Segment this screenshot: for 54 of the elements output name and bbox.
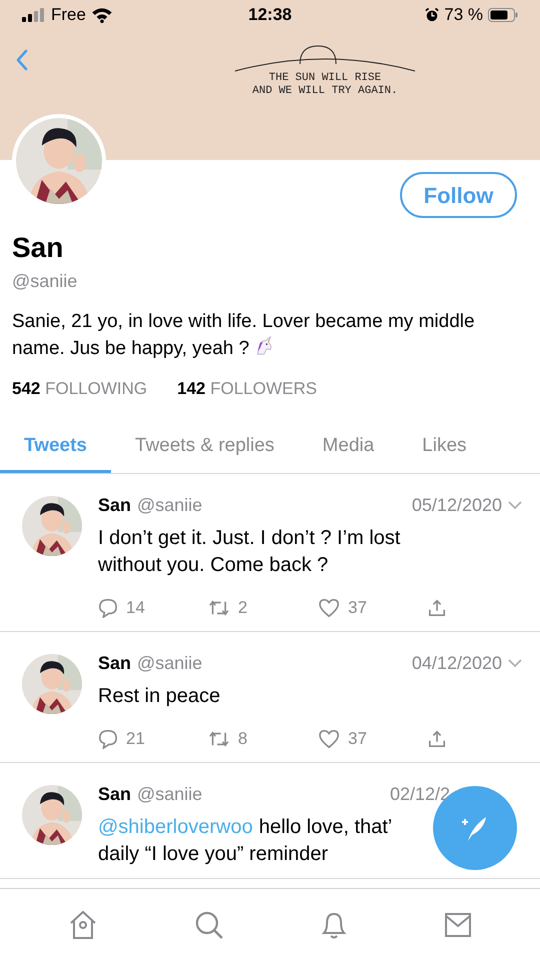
tweet-author: San: [98, 782, 132, 806]
tweet-handle: @saniie: [137, 494, 202, 516]
reply-icon[interactable]: [98, 598, 118, 618]
tweet-text: daily “I love you” reminder: [98, 842, 328, 866]
wifi-icon: [90, 7, 113, 23]
carrier-text: Free: [51, 4, 86, 26]
following-link[interactable]: 542 FOLLOWING: [12, 376, 148, 402]
battery-percent: 73 %: [444, 4, 483, 26]
profile-bio: Sanie, 21 yo, in love with life. Lover became my middle name. Jus be happy, yeah ?: [12, 310, 476, 361]
signal-icon: [22, 8, 46, 22]
follow-button[interactable]: Follow: [400, 172, 517, 218]
like-count: 37: [348, 728, 367, 750]
share-icon[interactable]: [428, 730, 446, 748]
tweet-date: 04/12/2020: [412, 652, 502, 674]
tweet-text: Rest in peace: [98, 684, 220, 708]
retweet-icon[interactable]: [208, 730, 230, 748]
chevron-icon[interactable]: [508, 500, 522, 510]
search-icon[interactable]: [194, 910, 224, 940]
clock-time: 12:38: [248, 4, 292, 26]
alarm-icon: [425, 8, 440, 22]
back-icon: [16, 49, 28, 71]
heart-icon[interactable]: [318, 598, 340, 618]
retweet-icon[interactable]: [208, 598, 230, 616]
mention-link[interactable]: @shiberloverwoo: [98, 814, 253, 840]
tweet-text: without you. Come back ?: [98, 552, 328, 578]
tweet-handle: @saniie: [137, 782, 202, 806]
chevron-icon[interactable]: [508, 658, 522, 668]
tweet-date: 02/12/2: [390, 782, 450, 806]
mail-icon[interactable]: [444, 912, 472, 938]
profile-tab[interactable]: Tweets: [0, 424, 112, 472]
profile-tab[interactable]: Media: [298, 424, 398, 472]
like-count: 37: [348, 596, 367, 619]
retweet-count: 2: [238, 596, 248, 619]
tweet-text: I don’t get it. Just. I don’t ? I’m lost: [98, 526, 400, 550]
reply-icon[interactable]: [98, 728, 118, 748]
profile-tab[interactable]: Tweets & replies: [111, 424, 298, 472]
banner-quote: AND WE WILL TRY AGAIN.: [252, 85, 398, 98]
followers-link[interactable]: 142 FOLLOWERS: [177, 376, 317, 402]
tweet-author: San: [98, 652, 132, 674]
battery-icon: [488, 8, 518, 22]
tweet-date: 05/12/2020: [412, 494, 502, 516]
reply-count: 21: [126, 728, 145, 750]
retweet-count: 8: [238, 728, 248, 750]
tweet-author: San: [98, 494, 132, 516]
share-icon[interactable]: [428, 598, 446, 616]
home-icon[interactable]: [68, 908, 98, 940]
reply-count: 14: [126, 596, 145, 619]
heart-icon[interactable]: [318, 728, 340, 748]
profile-name: San: [12, 231, 64, 265]
profile-handle: @saniie: [12, 270, 78, 293]
tweet-text: hello love, that’: [258, 814, 392, 840]
tweet-handle: @saniie: [137, 652, 202, 674]
banner-quote: THE SUN WILL RISE: [268, 72, 382, 85]
profile-tab[interactable]: Likes: [398, 424, 491, 472]
